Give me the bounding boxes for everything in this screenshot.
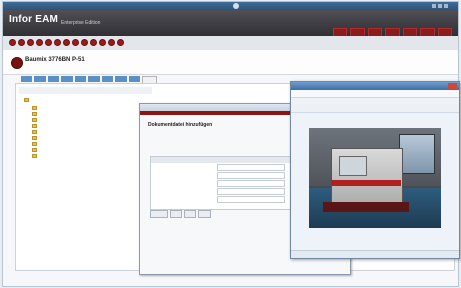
toolbar-button[interactable] bbox=[63, 39, 70, 46]
folder-icon bbox=[32, 112, 37, 116]
record-tab[interactable] bbox=[74, 76, 86, 82]
photo-window-status-bar bbox=[291, 250, 459, 258]
record-tab[interactable] bbox=[60, 76, 73, 82]
record-tab[interactable] bbox=[129, 76, 141, 82]
photo-machine-base bbox=[323, 202, 409, 212]
form-input[interactable] bbox=[217, 164, 285, 171]
dialog-heading: Dokumentdatei hinzufügen bbox=[148, 122, 213, 128]
form-input[interactable] bbox=[217, 172, 285, 179]
record-tab[interactable] bbox=[101, 76, 113, 82]
close-icon[interactable] bbox=[444, 4, 448, 8]
toolbar-button[interactable] bbox=[108, 39, 115, 46]
toolbar-button[interactable] bbox=[36, 39, 43, 46]
form-row bbox=[151, 179, 291, 187]
folder-icon bbox=[32, 154, 37, 158]
document-tree bbox=[24, 98, 37, 159]
folder-icon bbox=[24, 98, 29, 102]
folder-icon bbox=[32, 136, 37, 140]
folder-icon bbox=[32, 118, 37, 122]
record-tab[interactable] bbox=[114, 76, 128, 82]
app-logo-subtitle: Enterprise Edition bbox=[61, 20, 101, 26]
menu-item[interactable] bbox=[304, 98, 307, 104]
browser-toolbar bbox=[291, 104, 459, 113]
form-row bbox=[151, 171, 291, 179]
folder-icon bbox=[32, 106, 37, 110]
menu-item[interactable] bbox=[295, 98, 298, 104]
dialog-button[interactable] bbox=[184, 210, 197, 218]
toolbar-button[interactable] bbox=[90, 39, 97, 46]
windows-icon bbox=[233, 3, 239, 9]
dialog-button[interactable] bbox=[150, 210, 169, 218]
menu-item[interactable] bbox=[313, 98, 316, 104]
toolbar-button[interactable] bbox=[9, 39, 16, 46]
dialog-button[interactable] bbox=[198, 210, 212, 218]
toolbar-button[interactable] bbox=[99, 39, 106, 46]
photo-machine-stripe bbox=[331, 180, 401, 186]
document-form bbox=[150, 156, 292, 210]
equipment-photo bbox=[309, 128, 441, 228]
os-title-bar bbox=[3, 2, 458, 10]
folder-icon bbox=[32, 130, 37, 134]
dialog-button[interactable] bbox=[170, 210, 183, 218]
form-input[interactable] bbox=[217, 196, 285, 203]
folder-icon bbox=[32, 124, 37, 128]
screen-frame: Infor EAM Enterprise Edition Baumix 3776… bbox=[2, 1, 460, 287]
record-toolbar bbox=[3, 36, 458, 51]
folder-icon bbox=[32, 142, 37, 146]
toolbar-button[interactable] bbox=[54, 39, 61, 46]
record-tab[interactable] bbox=[34, 76, 46, 82]
address-bar[interactable] bbox=[291, 90, 459, 98]
photo-window-title-bar bbox=[291, 82, 459, 90]
toolbar-button[interactable] bbox=[81, 39, 88, 46]
close-icon[interactable] bbox=[448, 83, 457, 89]
record-title: Baumix 3776BN P-51 bbox=[25, 57, 85, 63]
record-tab[interactable] bbox=[21, 76, 33, 82]
form-input[interactable] bbox=[217, 180, 285, 187]
record-tab[interactable] bbox=[47, 76, 59, 82]
app-header: Infor EAM Enterprise Edition bbox=[3, 10, 458, 37]
form-row bbox=[151, 187, 291, 195]
folder-icon bbox=[32, 148, 37, 152]
menu-item[interactable] bbox=[322, 98, 325, 104]
photo-window-pane bbox=[399, 134, 435, 174]
toolbar-button[interactable] bbox=[45, 39, 52, 46]
toolbar-button[interactable] bbox=[27, 39, 34, 46]
equipment-icon bbox=[11, 57, 23, 69]
form-row bbox=[151, 163, 291, 171]
toolbar-icons bbox=[9, 39, 124, 46]
menu-item[interactable] bbox=[340, 98, 343, 104]
app-logo: Infor EAM bbox=[9, 14, 59, 25]
minimize-icon[interactable] bbox=[432, 4, 436, 8]
menu-item[interactable] bbox=[331, 98, 334, 104]
window-controls[interactable] bbox=[432, 4, 448, 8]
photo-viewer-window bbox=[290, 81, 460, 259]
toolbar-button[interactable] bbox=[117, 39, 124, 46]
tree-header bbox=[19, 87, 152, 94]
form-input[interactable] bbox=[217, 188, 285, 195]
form-row bbox=[151, 195, 291, 203]
dialog-buttons bbox=[150, 210, 212, 218]
toolbar-button[interactable] bbox=[18, 39, 25, 46]
photo-machine-panel bbox=[339, 156, 367, 176]
record-tab[interactable] bbox=[87, 76, 100, 82]
tree-root[interactable] bbox=[24, 98, 37, 102]
record-header: Baumix 3776BN P-51 bbox=[3, 50, 458, 75]
tree-item[interactable] bbox=[32, 153, 37, 159]
maximize-icon[interactable] bbox=[438, 4, 442, 8]
toolbar-button[interactable] bbox=[72, 39, 79, 46]
